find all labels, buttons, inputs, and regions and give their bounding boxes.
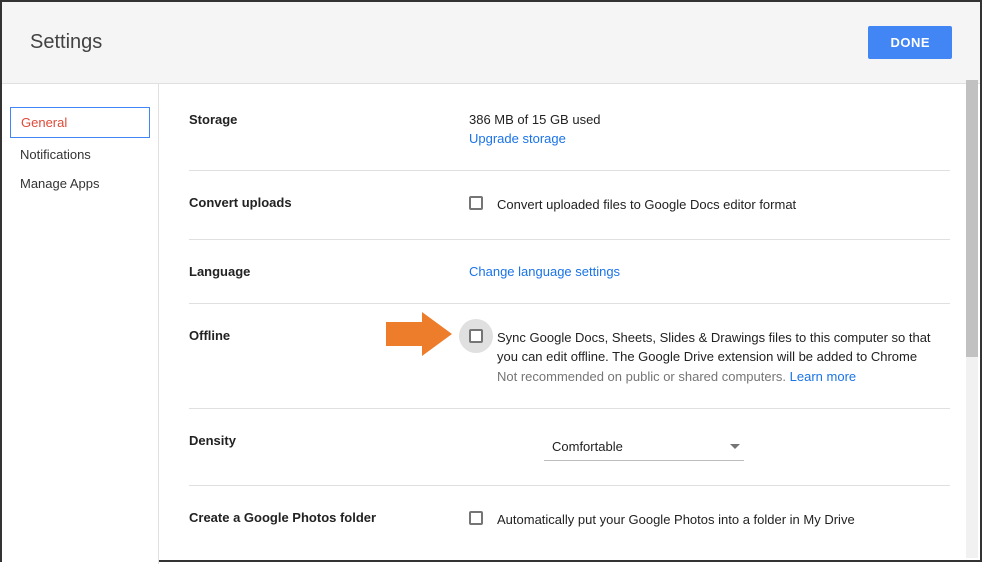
photos-folder-label: Create a Google Photos folder: [189, 510, 469, 530]
photos-folder-text: Automatically put your Google Photos int…: [497, 510, 855, 530]
photos-folder-content: Automatically put your Google Photos int…: [469, 510, 950, 530]
language-label: Language: [189, 264, 469, 279]
offline-learn-more-link[interactable]: Learn more: [790, 369, 856, 384]
language-row: Language Change language settings: [189, 240, 950, 304]
convert-uploads-row: Convert uploads Convert uploaded files t…: [189, 171, 950, 240]
convert-uploads-text: Convert uploaded files to Google Docs ed…: [497, 195, 796, 215]
storage-used-text: 386 MB of 15 GB used: [469, 112, 950, 127]
offline-checkbox[interactable]: [469, 329, 483, 343]
chevron-down-icon: [730, 444, 740, 449]
density-row: Density Comfortable: [189, 409, 950, 486]
scrollbar-thumb[interactable]: [966, 80, 978, 357]
photos-folder-checkbox[interactable]: [469, 511, 483, 525]
density-value: Comfortable: [552, 439, 623, 454]
done-button[interactable]: DONE: [868, 26, 952, 59]
content-area: General Notifications Manage Apps Storag…: [2, 84, 980, 564]
settings-header: Settings DONE: [2, 2, 980, 84]
settings-main-panel: Storage 386 MB of 15 GB used Upgrade sto…: [159, 84, 980, 564]
offline-helper-text: Not recommended on public or shared comp…: [497, 369, 950, 384]
change-language-link[interactable]: Change language settings: [469, 264, 620, 279]
offline-helper-prefix: Not recommended on public or shared comp…: [497, 369, 790, 384]
sidebar-item-general[interactable]: General: [10, 107, 150, 138]
offline-row: Offline Sync Google Docs, Sheets, Slides…: [189, 304, 950, 409]
offline-content: Sync Google Docs, Sheets, Slides & Drawi…: [469, 328, 950, 384]
convert-uploads-content: Convert uploaded files to Google Docs ed…: [469, 195, 950, 215]
photos-folder-row: Create a Google Photos folder Automatica…: [189, 486, 950, 554]
offline-checkbox-text: Sync Google Docs, Sheets, Slides & Drawi…: [497, 330, 931, 365]
convert-uploads-label: Convert uploads: [189, 195, 469, 215]
storage-label: Storage: [189, 112, 469, 146]
density-select[interactable]: Comfortable: [544, 433, 744, 461]
scrollbar[interactable]: [966, 80, 978, 558]
language-content: Change language settings: [469, 264, 950, 279]
convert-uploads-checkbox[interactable]: [469, 196, 483, 210]
offline-label: Offline: [189, 328, 469, 384]
settings-sidebar: General Notifications Manage Apps: [2, 84, 159, 564]
sidebar-item-notifications[interactable]: Notifications: [2, 140, 158, 169]
sidebar-item-manage-apps[interactable]: Manage Apps: [2, 169, 158, 198]
upgrade-storage-link[interactable]: Upgrade storage: [469, 131, 566, 146]
storage-row: Storage 386 MB of 15 GB used Upgrade sto…: [189, 106, 950, 171]
settings-title: Settings: [30, 31, 102, 54]
density-content: Comfortable: [469, 433, 950, 461]
storage-content: 386 MB of 15 GB used Upgrade storage: [469, 112, 950, 146]
density-label: Density: [189, 433, 469, 461]
